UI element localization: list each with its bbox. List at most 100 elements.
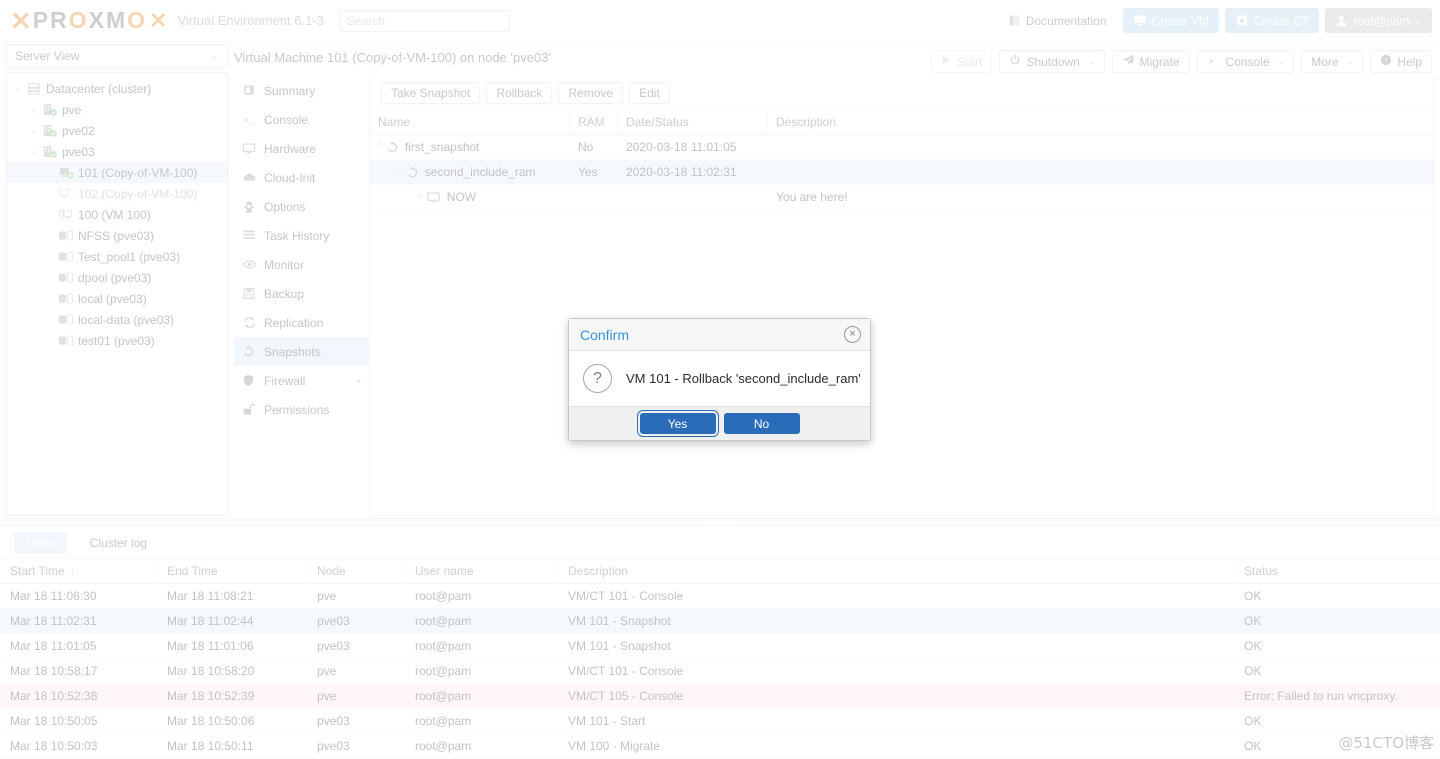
tree-item[interactable]: › pve02 (7, 120, 227, 141)
migrate-button[interactable]: Migrate (1111, 50, 1190, 73)
tasks-col-start-time[interactable]: Start Time ↓ (0, 558, 157, 584)
console-icon: >_ (1207, 54, 1221, 70)
menu-item-console[interactable]: >_ Console (234, 105, 369, 134)
task-row[interactable]: Mar 18 10:50:05 Mar 18 10:50:06 pve03 root@… (0, 709, 1440, 734)
take-snapshot-button[interactable]: Take Snapshot (381, 81, 481, 104)
menu-item-summary[interactable]: Summary (234, 76, 369, 105)
create-ct-button[interactable]: Create CT (1224, 8, 1320, 33)
create-ct-label: Create CT (1253, 13, 1310, 28)
tree-item[interactable]: Test_pool1 (pve03) (7, 246, 227, 267)
menu-item-snapshots[interactable]: Snapshots (234, 337, 369, 366)
task-node: pve03 (317, 739, 350, 753)
close-icon[interactable]: × (844, 326, 861, 343)
menu-item-hardware[interactable]: Hardware (234, 134, 369, 163)
tree-item[interactable]: › pve (7, 99, 227, 120)
user-menu-button[interactable]: root@pam ⌄ (1325, 8, 1432, 33)
task-description: VM 101 - Snapshot (568, 639, 671, 653)
menu-item-firewall[interactable]: Firewall ▸ (234, 366, 369, 395)
tree-item[interactable]: 100 (VM 100) (7, 204, 227, 225)
tree-item[interactable]: 101 (Copy-of-VM-100) (7, 162, 227, 183)
tab-tasks[interactable]: Tasks (14, 532, 67, 554)
task-user-name: root@pam (415, 689, 472, 703)
snapshot-table-header: Name RAM Date/Status Description (370, 109, 1433, 135)
help-button[interactable]: ? Help (1370, 50, 1432, 73)
dialog-yes-button[interactable]: Yes (636, 410, 719, 437)
snapshot-col-date[interactable]: Date/Status (618, 109, 768, 135)
menu-item-monitor[interactable]: Monitor (234, 250, 369, 279)
task-node: pve (317, 689, 337, 703)
task-user-name: root@pam (415, 639, 472, 653)
task-row[interactable]: Mar 18 10:52:38 Mar 18 10:52:39 pve root@pa… (0, 684, 1440, 709)
task-row[interactable]: Mar 18 11:02:31 Mar 18 11:02:44 pve03 root@… (0, 609, 1440, 634)
tasks-col-status[interactable]: Status (1234, 558, 1440, 584)
remove-button[interactable]: Remove (558, 81, 624, 104)
view-selector[interactable]: Server View ⌄ (6, 44, 228, 68)
tree-expander-icon[interactable]: › (27, 147, 40, 157)
tab-cluster-log[interactable]: Cluster log (79, 532, 158, 554)
tasks-col-description[interactable]: Description (558, 558, 1234, 584)
menu-item-cloud-init[interactable]: Cloud-Init (234, 163, 369, 192)
more-button[interactable]: More ⌄ (1301, 50, 1364, 73)
task-row[interactable]: Mar 18 10:50:03 Mar 18 10:50:11 pve03 root@… (0, 734, 1440, 759)
storage-icon (56, 250, 76, 264)
tree-item-label: dpool (pve03) (78, 270, 152, 285)
menu-item-task-history[interactable]: Task History (234, 221, 369, 250)
tree-item[interactable]: ⌄ Datacenter (cluster) (7, 78, 227, 99)
chevron-down-icon[interactable]: ⌄ (1347, 57, 1354, 66)
snapshot-row[interactable]: └ first_snapshot No 2020-03-18 11:01:05 (370, 135, 1433, 160)
splitter-grip[interactable] (705, 521, 735, 525)
dialog-no-button[interactable]: No (723, 413, 800, 434)
task-end-time: Mar 18 11:08:21 (167, 589, 254, 603)
tree-item[interactable]: 102 (Copy-of-VM-100) (7, 183, 227, 204)
task-row[interactable]: Mar 18 10:58:17 Mar 18 10:58:20 pve root@pa… (0, 659, 1440, 684)
snapshot-col-name[interactable]: Name (370, 109, 570, 135)
snapshot-col-description[interactable]: Description (768, 110, 1433, 135)
watermark: @51CTO博客 (1338, 734, 1434, 752)
edit-button[interactable]: Edit (629, 81, 670, 104)
create-vm-button[interactable]: Create VM (1122, 8, 1219, 33)
snapshot-toolbar: Take Snapshot Rollback Remove Edit (370, 76, 1433, 110)
tree-item[interactable]: test01 (pve03) (7, 330, 227, 351)
console-button[interactable]: >_ Console ⌄ (1196, 50, 1295, 73)
vm-running-icon (56, 166, 76, 180)
menu-item-replication[interactable]: Replication (234, 308, 369, 337)
task-row[interactable]: Mar 18 11:01:05 Mar 18 11:01:06 pve03 root@… (0, 634, 1440, 659)
menu-item-label: Monitor (264, 257, 305, 272)
shutdown-button[interactable]: Shutdown ⌄ (999, 50, 1105, 73)
menu-item-options[interactable]: Options (234, 192, 369, 221)
rollback-button[interactable]: Rollback (486, 81, 553, 104)
snapshot-description (768, 160, 1433, 185)
snapshot-row[interactable]: └ second_include_ram Yes 2020-03-18 11:02:3… (370, 160, 1433, 185)
page-title: Virtual Machine 101 (Copy-of-VM-100) on … (234, 50, 551, 65)
dialog-title: Confirm (580, 326, 630, 343)
svg-text:?: ? (1384, 58, 1388, 65)
tree-item[interactable]: local (pve03) (7, 288, 227, 309)
task-node: pve (317, 664, 337, 678)
menu-item-label: Snapshots (264, 344, 321, 359)
tree-item[interactable]: local-data (pve03) (7, 309, 227, 330)
tree-expander-icon[interactable]: › (27, 126, 40, 136)
documentation-button[interactable]: Documentation (997, 8, 1117, 33)
tree-item[interactable]: › pve03 (7, 141, 227, 162)
snapshot-col-ram[interactable]: RAM (570, 109, 618, 135)
node-icon (40, 145, 60, 159)
menu-item-backup[interactable]: Backup (234, 279, 369, 308)
panel-splitter[interactable] (0, 518, 1440, 526)
tasks-col-end-time[interactable]: End Time (157, 558, 307, 584)
task-user-name: root@pam (415, 714, 472, 728)
chevron-down-icon[interactable]: ⌄ (1278, 57, 1285, 66)
tree-item[interactable]: dpool (pve03) (7, 267, 227, 288)
tasks-col-node[interactable]: Node (307, 558, 405, 584)
search-input[interactable]: Search (339, 9, 510, 32)
tree-expander-icon[interactable]: ⌄ (11, 83, 24, 94)
tree-item[interactable]: NFSS (pve03) (7, 225, 227, 246)
tasks-col-user-name[interactable]: User name (405, 558, 558, 584)
node-icon (40, 103, 60, 117)
menu-item-permissions[interactable]: Permissions (234, 395, 369, 424)
tree-expander-icon[interactable]: › (27, 105, 40, 115)
vm-action-label: More (1311, 54, 1339, 69)
task-row[interactable]: Mar 18 11:06:30 Mar 18 11:08:21 pve root@pa… (0, 584, 1440, 609)
chevron-down-icon[interactable]: ⌄ (1088, 57, 1095, 66)
snapshot-row[interactable]: └ NOW You are here! (370, 185, 1433, 210)
task-user-name: root@pam (415, 739, 472, 753)
